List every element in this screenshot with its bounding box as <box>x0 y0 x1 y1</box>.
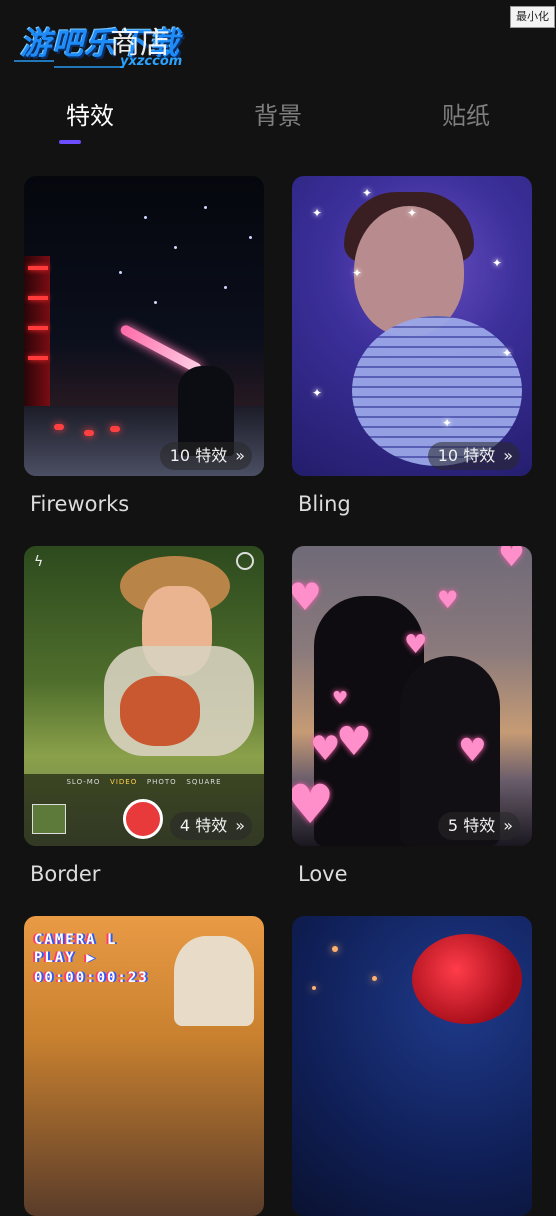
double-chevron-right-icon: ›› <box>503 816 513 835</box>
star <box>224 286 227 289</box>
building-light <box>28 296 48 300</box>
sparkle-icon: ✦ <box>492 256 503 270</box>
camera-mode: SQUARE <box>186 778 222 786</box>
car-light <box>54 424 64 430</box>
heart-icon: ♥ <box>332 688 349 709</box>
heart-icon: ♥ <box>458 731 487 769</box>
heart-icon: ♥ <box>437 586 459 614</box>
effect-card-love[interactable]: ♥ ♥ ♥ ♥ ♥ ♥ ♥ ♥ ♥ 5 特效 ›› Love <box>292 546 532 886</box>
effect-thumbnail[interactable] <box>292 916 532 1216</box>
effect-count-badge: 10 特效 ›› <box>427 442 520 470</box>
effect-thumbnail[interactable]: ✦ ✦ ✦ ✦ ✦ ✦ ✦ ✦ 10 特效 ›› <box>292 176 532 476</box>
effect-title: Border <box>30 862 101 886</box>
heart-icon: ♥ <box>292 575 323 619</box>
sparkle-icon: ✦ <box>352 266 363 280</box>
double-chevron-right-icon: ›› <box>235 816 245 835</box>
minimize-button[interactable]: 最小化 <box>510 6 555 28</box>
effect-count: 10 特效 <box>169 446 228 465</box>
star <box>174 246 177 249</box>
heart-icon: ♥ <box>404 630 428 660</box>
camera-lens-icon <box>236 552 254 570</box>
heart-icon: ♥ <box>498 546 525 574</box>
sparkle-icon: ✦ <box>502 346 513 360</box>
star <box>119 271 122 274</box>
effect-card-fireworks[interactable]: 10 特效 ›› Fireworks <box>24 176 264 516</box>
star <box>249 236 252 239</box>
retro-overlay-text: PLAY ▶ <box>34 950 97 966</box>
building-light <box>28 326 48 330</box>
double-chevron-right-icon: ›› <box>235 446 245 465</box>
category-tabs: 特效 背景 贴纸 <box>0 96 556 156</box>
retro-overlay-text: CAMERA L <box>34 932 118 948</box>
sparkle-icon: ✦ <box>442 416 453 430</box>
camera-mode: VIDEO <box>110 778 138 786</box>
effect-count: 10 特效 <box>437 446 496 465</box>
logo-decoration <box>14 60 54 62</box>
effect-thumbnail[interactable]: 10 特效 ›› <box>24 176 264 476</box>
camera-mode: PHOTO <box>146 778 177 786</box>
effect-card-retro[interactable]: CAMERA L PLAY ▶ 00:00:00:23 <box>24 916 264 1216</box>
person <box>174 936 254 1026</box>
effect-thumbnail[interactable]: ϟ SLO-MO VIDEO PHOTO SQUARE 4 特效 ›› <box>24 546 264 846</box>
bokeh-light <box>372 976 377 981</box>
sparkle-icon: ✦ <box>407 206 418 220</box>
sparkle-icon: ✦ <box>312 386 323 400</box>
effect-title: Fireworks <box>30 492 130 516</box>
star <box>204 206 207 209</box>
camera-mode: SLO-MO <box>66 778 101 786</box>
effect-thumbnail[interactable]: ♥ ♥ ♥ ♥ ♥ ♥ ♥ ♥ ♥ 5 特效 ›› <box>292 546 532 846</box>
effect-count: 5 特效 <box>447 816 496 835</box>
rose <box>412 934 522 1024</box>
bokeh-light <box>312 986 316 990</box>
building-light <box>28 356 48 360</box>
tab-effects[interactable]: 特效 <box>20 96 160 131</box>
shutter-button <box>123 799 163 839</box>
tab-stickers[interactable]: 贴纸 <box>396 96 536 131</box>
effect-count-badge: 10 特效 ›› <box>159 442 252 470</box>
logo-decoration <box>54 66 124 68</box>
car-light <box>110 426 120 432</box>
star <box>154 301 157 304</box>
app-header: 游吧乐下载 yxzccom 商店 最小化 <box>0 0 556 90</box>
retro-overlay-text: 00:00:00:23 <box>34 970 149 986</box>
sparkle-icon: ✦ <box>362 186 373 200</box>
flash-icon: ϟ <box>34 554 44 570</box>
effect-card-bling[interactable]: ✦ ✦ ✦ ✦ ✦ ✦ ✦ ✦ 10 特效 ›› Bling <box>292 176 532 516</box>
bokeh-light <box>332 946 338 952</box>
building-light <box>28 266 48 270</box>
tab-backgrounds[interactable]: 背景 <box>208 96 348 131</box>
page-title: 商店 <box>110 26 170 61</box>
effect-count: 4 特效 <box>179 816 228 835</box>
effect-count-badge: 4 特效 ›› <box>169 812 252 840</box>
gallery-thumbnail <box>32 804 66 834</box>
car-light <box>84 430 94 436</box>
heart-icon: ♥ <box>292 773 335 836</box>
heart-icon: ♥ <box>336 719 372 765</box>
sparkle-icon: ✦ <box>312 206 323 220</box>
effect-card-border[interactable]: ϟ SLO-MO VIDEO PHOTO SQUARE 4 特效 ›› Borde… <box>24 546 264 886</box>
active-tab-indicator <box>59 140 81 144</box>
effect-thumbnail[interactable]: CAMERA L PLAY ▶ 00:00:00:23 <box>24 916 264 1216</box>
effect-title: Bling <box>298 492 351 516</box>
double-chevron-right-icon: ›› <box>503 446 513 465</box>
effect-title: Love <box>298 862 348 886</box>
effect-card-rose[interactable] <box>292 916 532 1216</box>
star <box>144 216 147 219</box>
camera-mode-selector: SLO-MO VIDEO PHOTO SQUARE <box>24 778 264 786</box>
person <box>120 676 200 746</box>
effect-count-badge: 5 特效 ›› <box>437 812 520 840</box>
